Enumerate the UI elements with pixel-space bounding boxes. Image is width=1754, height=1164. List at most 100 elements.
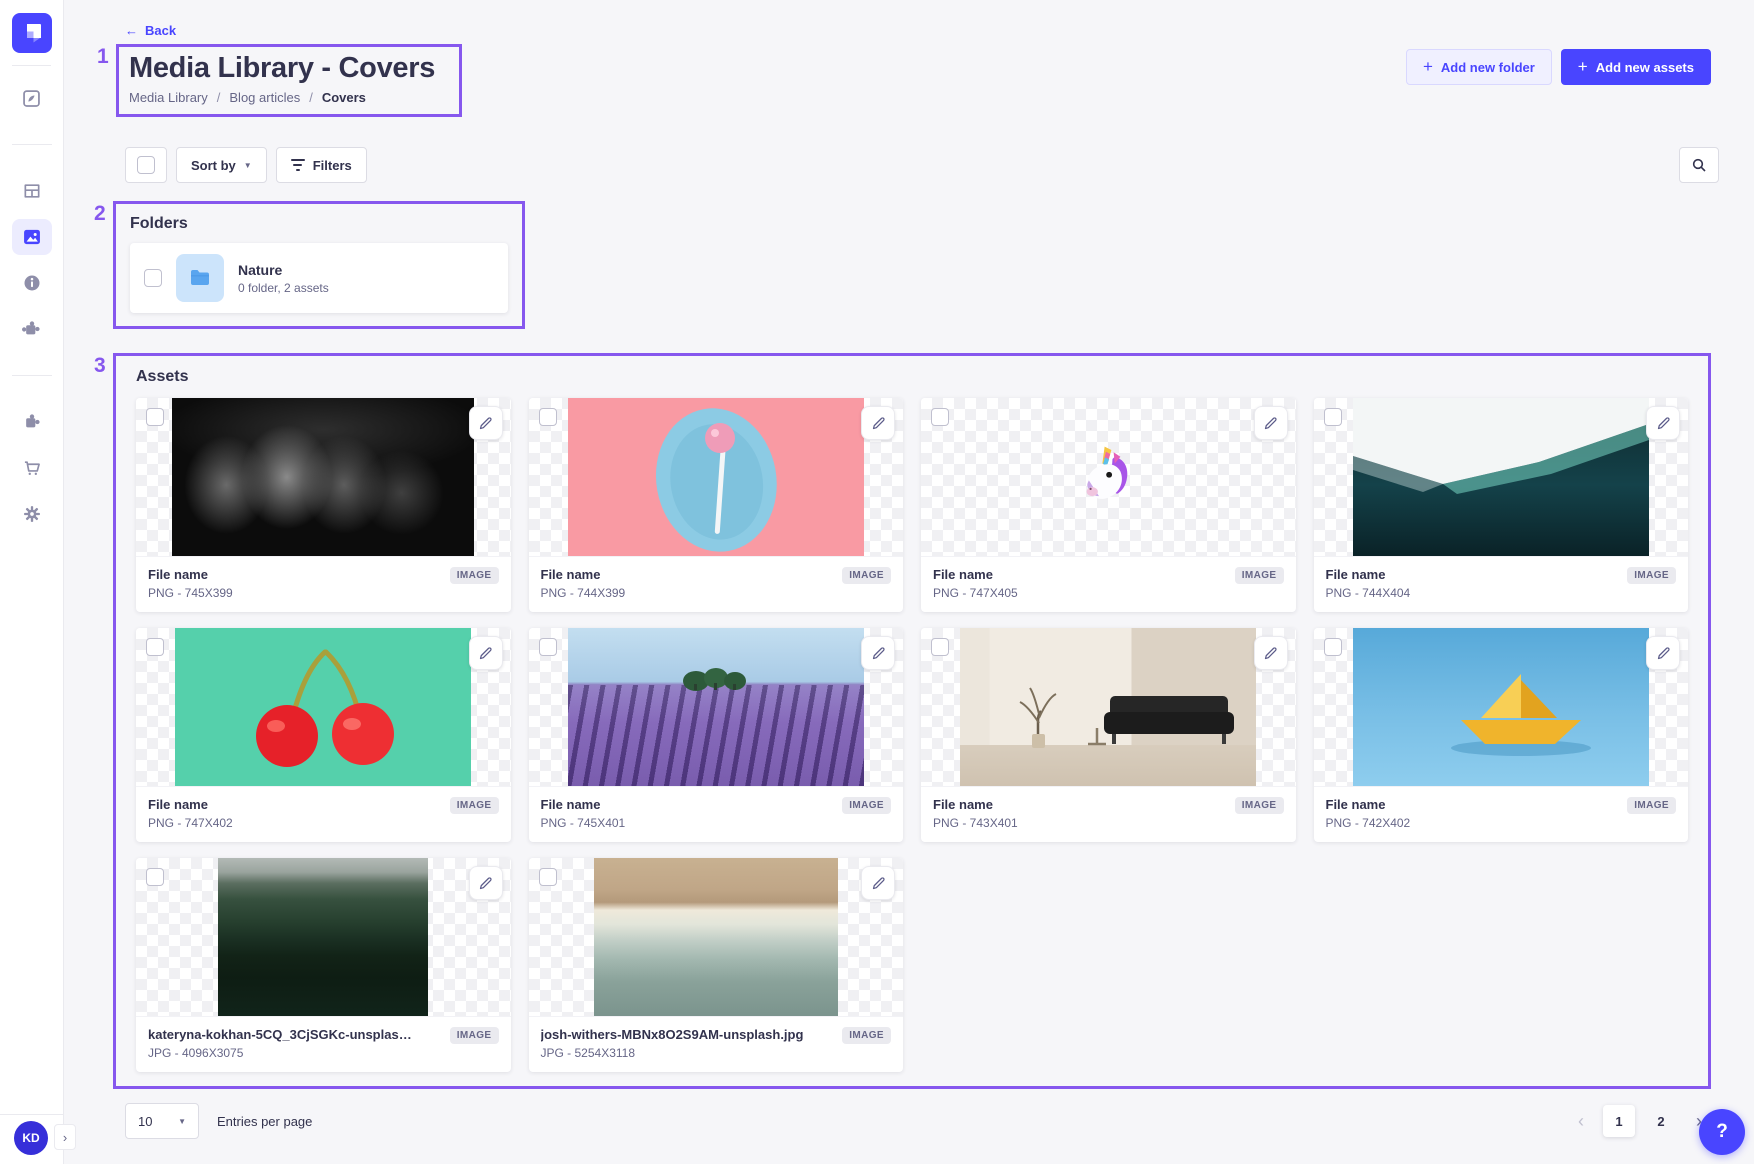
annotation-number-1: 1 bbox=[97, 45, 109, 69]
filters-button[interactable]: Filters bbox=[276, 147, 367, 183]
pencil-icon bbox=[1656, 416, 1671, 431]
content-manager-icon[interactable] bbox=[12, 80, 52, 116]
strapi-logo-glyph bbox=[20, 21, 44, 45]
pencil-icon bbox=[1263, 416, 1278, 431]
lavender-field-image bbox=[568, 628, 864, 786]
edit-asset-button[interactable] bbox=[1254, 636, 1288, 670]
asset-checkbox[interactable] bbox=[539, 868, 557, 886]
asset-file-meta: PNG - 743X401 bbox=[933, 816, 1018, 830]
back-arrow-icon: ← bbox=[125, 23, 138, 38]
breadcrumb-separator: / bbox=[217, 90, 221, 105]
asset-card[interactable]: File name PNG - 747X402 IMAGE bbox=[136, 628, 511, 842]
sidebar: KD bbox=[0, 0, 64, 1164]
sidebar-divider bbox=[12, 375, 52, 376]
asset-checkbox[interactable] bbox=[146, 868, 164, 886]
pagination: ‹ 12 › bbox=[1569, 1105, 1711, 1137]
asset-type-badge: IMAGE bbox=[1627, 567, 1676, 584]
asset-checkbox[interactable] bbox=[1324, 638, 1342, 656]
entries-per-page-value: 10 bbox=[138, 1114, 152, 1129]
asset-card[interactable]: kateryna-kokhan-5CQ_3CjSGKc-unsplash.jpg… bbox=[136, 858, 511, 1072]
asset-file-meta: JPG - 5254X3118 bbox=[541, 1046, 804, 1060]
asset-type-badge: IMAGE bbox=[1235, 797, 1284, 814]
asset-card[interactable]: File name PNG - 742X402 IMAGE bbox=[1314, 628, 1689, 842]
pencil-icon bbox=[871, 876, 886, 891]
main-content: ← Back 1 Media Library - Covers Media Li… bbox=[64, 0, 1754, 1164]
asset-file-meta: JPG - 4096X3075 bbox=[148, 1046, 416, 1060]
edit-asset-button[interactable] bbox=[469, 406, 503, 440]
settings-icon[interactable] bbox=[12, 496, 52, 532]
annotation-box-2: 2 Folders Nature 0 folder, 2 assets bbox=[113, 201, 525, 329]
asset-thumbnail bbox=[136, 398, 511, 556]
asset-file-name: File name bbox=[1326, 567, 1411, 582]
avatar[interactable]: KD bbox=[14, 1121, 48, 1155]
edit-asset-button[interactable] bbox=[1254, 406, 1288, 440]
entries-per-page-label: Entries per page bbox=[217, 1114, 312, 1129]
asset-checkbox[interactable] bbox=[539, 638, 557, 656]
asset-checkbox[interactable] bbox=[146, 638, 164, 656]
folder-name: Nature bbox=[238, 262, 329, 278]
back-label: Back bbox=[145, 23, 176, 38]
asset-thumbnail bbox=[921, 398, 1296, 556]
documentation-icon[interactable] bbox=[12, 265, 52, 301]
asset-checkbox[interactable] bbox=[931, 638, 949, 656]
edit-asset-button[interactable] bbox=[861, 406, 895, 440]
asset-type-badge: IMAGE bbox=[1235, 567, 1284, 584]
asset-thumbnail bbox=[529, 858, 904, 1016]
asset-checkbox[interactable] bbox=[1324, 408, 1342, 426]
purchase-icon[interactable] bbox=[12, 450, 52, 486]
add-new-assets-button[interactable]: + Add new assets bbox=[1561, 49, 1711, 85]
media-library-icon[interactable] bbox=[12, 219, 52, 255]
asset-card[interactable]: File name PNG - 744X399 IMAGE bbox=[529, 398, 904, 612]
back-link[interactable]: ← Back bbox=[125, 23, 176, 38]
asset-thumbnail bbox=[136, 858, 511, 1016]
asset-card[interactable]: josh-withers-MBNx8O2S9AM-unsplash.jpg JP… bbox=[529, 858, 904, 1072]
breadcrumb: Media Library/Blog articles/Covers bbox=[129, 90, 449, 105]
pencil-icon bbox=[478, 416, 493, 431]
asset-type-badge: IMAGE bbox=[450, 1027, 499, 1044]
edit-asset-button[interactable] bbox=[1646, 406, 1680, 440]
annotation-number-2: 2 bbox=[94, 202, 106, 226]
plugin-icon[interactable] bbox=[12, 311, 52, 347]
strapi-logo[interactable] bbox=[12, 13, 52, 53]
asset-card[interactable]: File name PNG - 747X405 IMAGE bbox=[921, 398, 1296, 612]
previous-page-icon[interactable]: ‹ bbox=[1569, 1111, 1593, 1132]
breadcrumb-item[interactable]: Media Library bbox=[129, 90, 208, 105]
edit-asset-button[interactable] bbox=[861, 866, 895, 900]
unicorn-image bbox=[921, 398, 1296, 556]
select-all-checkbox-button[interactable] bbox=[125, 147, 167, 183]
forest-lake-image bbox=[218, 858, 428, 1016]
edit-asset-button[interactable] bbox=[1646, 636, 1680, 670]
folder-meta: 0 folder, 2 assets bbox=[238, 281, 329, 295]
edit-asset-button[interactable] bbox=[861, 636, 895, 670]
sort-by-button[interactable]: Sort by ▼ bbox=[176, 147, 267, 183]
content-type-builder-icon[interactable] bbox=[12, 173, 52, 209]
asset-card[interactable]: File name PNG - 744X404 IMAGE bbox=[1314, 398, 1689, 612]
asset-card[interactable]: File name PNG - 745X399 IMAGE bbox=[136, 398, 511, 612]
page-number-1[interactable]: 1 bbox=[1603, 1105, 1635, 1137]
select-all-checkbox[interactable] bbox=[137, 156, 155, 174]
folder-card[interactable]: Nature 0 folder, 2 assets bbox=[130, 243, 508, 313]
asset-checkbox[interactable] bbox=[931, 408, 949, 426]
sidebar-expand-button[interactable]: › bbox=[54, 1124, 76, 1150]
page-number-2[interactable]: 2 bbox=[1645, 1105, 1677, 1137]
toolbar: Sort by ▼ Filters bbox=[125, 147, 1719, 183]
iceberg-image bbox=[1353, 398, 1649, 556]
folder-list: Nature 0 folder, 2 assets bbox=[130, 243, 508, 313]
asset-grid: File name PNG - 745X399 IMAGE File name … bbox=[136, 398, 1688, 1072]
marketplace-icon[interactable] bbox=[12, 404, 52, 440]
asset-checkbox[interactable] bbox=[539, 408, 557, 426]
assets-heading: Assets bbox=[136, 368, 1688, 386]
add-new-folder-button[interactable]: + Add new folder bbox=[1406, 49, 1552, 85]
search-button[interactable] bbox=[1679, 147, 1719, 183]
asset-file-name: File name bbox=[933, 797, 1018, 812]
asset-card[interactable]: File name PNG - 745X401 IMAGE bbox=[529, 628, 904, 842]
asset-checkbox[interactable] bbox=[146, 408, 164, 426]
edit-asset-button[interactable] bbox=[469, 636, 503, 670]
folder-checkbox[interactable] bbox=[144, 269, 162, 287]
asset-card[interactable]: File name PNG - 743X401 IMAGE bbox=[921, 628, 1296, 842]
entries-per-page-select[interactable]: 10 ▼ bbox=[125, 1103, 199, 1139]
breadcrumb-item[interactable]: Blog articles bbox=[229, 90, 300, 105]
filters-label: Filters bbox=[313, 158, 352, 173]
help-button[interactable]: ? bbox=[1699, 1109, 1745, 1155]
edit-asset-button[interactable] bbox=[469, 866, 503, 900]
